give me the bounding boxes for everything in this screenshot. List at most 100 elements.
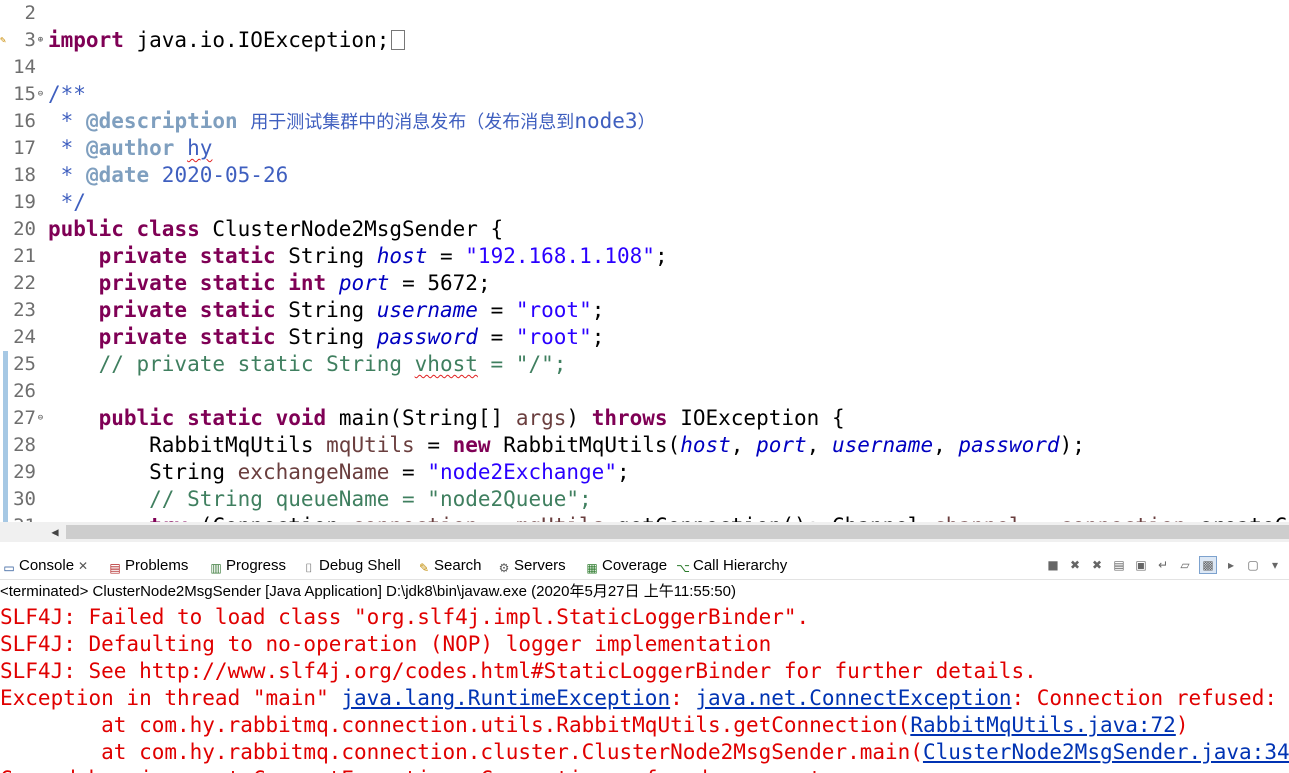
line-number: 3 — [24, 29, 36, 51]
console-toolbar: ■ ✖ ✖ ▤ ▣ ↵ ▱ ▩ ▸ ▢ ▾ — [1039, 556, 1283, 576]
code-text[interactable]: * @description 用于测试集群中的消息发布（发布消息到node3） — [48, 108, 656, 136]
scrollbar-thumb[interactable] — [66, 525, 1289, 539]
line-number: 31 — [0, 513, 36, 522]
line-number: 29 — [13, 461, 36, 483]
line-number: 22 — [13, 272, 36, 294]
code-line[interactable]: 21 private static String host = "192.168… — [0, 243, 1289, 270]
clear-console-icon[interactable]: ▤ — [1111, 557, 1127, 573]
code-line[interactable]: 20 public class ClusterNode2MsgSender { — [0, 216, 1289, 243]
fold-expand-icon[interactable]: ⊕ — [36, 36, 45, 45]
code-text[interactable]: try (Connection connection = mqUtils.get… — [48, 513, 1289, 522]
line-number: 15 — [13, 83, 36, 105]
fold-collapse-icon[interactable]: ⊖ — [36, 90, 45, 99]
progress-icon: ▥ — [210, 561, 222, 575]
code-text[interactable]: */ — [48, 189, 86, 216]
editor-horizontal-scrollbar[interactable]: ◀ — [0, 522, 1289, 542]
stacktrace-link[interactable]: java.lang.RuntimeException — [341, 686, 670, 710]
line-number: 16 — [13, 110, 36, 132]
code-line[interactable]: 22 private static int port = 5672; — [0, 270, 1289, 297]
code-text[interactable]: // String queueName = "node2Queue"; — [48, 486, 592, 513]
code-text[interactable]: private static String username = "root"; — [48, 297, 605, 324]
tab-console[interactable]: ▭ Console ✕ — [2, 556, 88, 576]
code-text[interactable]: public class ClusterNode2MsgSender { — [48, 216, 503, 243]
line-number: 25 — [13, 353, 36, 375]
code-line[interactable]: 24 private static String password = "roo… — [0, 324, 1289, 351]
terminate-icon[interactable]: ■ — [1045, 557, 1061, 573]
word-wrap-icon[interactable]: ↵ — [1155, 557, 1171, 573]
code-line[interactable]: 2 — [0, 0, 1289, 27]
stacktrace-link[interactable]: RabbitMqUtils.java:72 — [910, 713, 1176, 737]
code-text[interactable]: private static int port = 5672; — [48, 270, 491, 297]
view-menu-icon[interactable]: ▾ — [1267, 557, 1283, 573]
open-console-icon[interactable]: ▢ — [1245, 557, 1261, 573]
code-text[interactable]: // private static String vhost = "/"; — [48, 351, 567, 378]
stacktrace-link[interactable]: ClusterNode2MsgSender.java:34 — [923, 740, 1289, 764]
code-line[interactable]: 18 * @date 2020-05-26 — [0, 162, 1289, 189]
close-icon[interactable]: ✕ — [78, 559, 88, 573]
search-icon: ✎ — [418, 561, 430, 575]
tab-label: Servers — [514, 557, 566, 574]
tab-debug-shell[interactable]: ⌷ Debug Shell — [302, 556, 400, 576]
code-text[interactable]: private static String password = "root"; — [48, 324, 605, 351]
servers-icon: ⚙ — [498, 561, 510, 575]
code-line[interactable]: 19 */ — [0, 189, 1289, 216]
tab-progress[interactable]: ▥ Progress — [209, 556, 286, 576]
console-output[interactable]: SLF4J: Failed to load class "org.slf4j.i… — [0, 604, 1289, 773]
console-line: SLF4J: Failed to load class "org.slf4j.i… — [0, 604, 809, 631]
scroll-left-arrow-icon[interactable]: ◀ — [46, 523, 64, 541]
pin-console-icon[interactable]: ▩ — [1199, 556, 1217, 575]
line-number: 19 — [13, 191, 36, 213]
code-text[interactable]: private static String host = "192.168.1.… — [48, 243, 668, 270]
tab-call-hierarchy[interactable]: ⌥ Call Hierarchy — [676, 556, 787, 576]
tab-search[interactable]: ✎ Search — [417, 556, 482, 576]
console-text: SLF4J: Failed to load class "org.slf4j.i… — [0, 605, 810, 629]
show-on-output-icon[interactable]: ▱ — [1177, 557, 1193, 573]
code-text[interactable]: * @date 2020-05-26 — [48, 162, 289, 189]
tab-servers[interactable]: ⚙ Servers — [497, 556, 566, 576]
code-text[interactable]: String exchangeName = "node2Exchange"; — [48, 459, 629, 486]
code-line[interactable]: 30 // String queueName = "node2Queue"; — [0, 486, 1289, 513]
scroll-lock-icon[interactable]: ▣ — [1133, 557, 1149, 573]
code-line[interactable]: 29 String exchangeName = "node2Exchange"… — [0, 459, 1289, 486]
code-text[interactable]: RabbitMqUtils mqUtils = new RabbitMqUtil… — [48, 432, 1085, 459]
line-number: 2 — [24, 2, 36, 24]
line-number: 23 — [13, 299, 36, 321]
debug-shell-icon: ⌷ — [305, 561, 313, 575]
console-text: : — [670, 686, 696, 710]
fold-collapse-icon[interactable]: ⊖ — [36, 414, 45, 423]
code-line[interactable]: ✎ 3 ⊕ import java.io.IOException; — [0, 27, 1289, 54]
remove-launch-icon[interactable]: ✖ — [1067, 557, 1083, 573]
code-line[interactable]: 14 — [0, 54, 1289, 81]
code-line[interactable]: 25 // private static String vhost = "/"; — [0, 351, 1289, 378]
console-tab-bar: ■ ✖ ✖ ▤ ▣ ↵ ▱ ▩ ▸ ▢ ▾ ▭ Console ✕ ▤ Problems ▥ Progress ⌷… — [0, 552, 1289, 580]
code-text[interactable]: import java.io.IOException; — [48, 27, 406, 54]
console-line: Caused by: java.net.ConnectException: Co… — [0, 766, 822, 773]
code-line[interactable]: 15 ⊖/** — [0, 81, 1289, 108]
code-text[interactable]: * @author hy — [48, 135, 213, 162]
line-number: 14 — [13, 56, 36, 78]
tab-coverage[interactable]: ▦ Coverage — [585, 556, 667, 576]
call-hierarchy-icon: ⌥ — [676, 561, 690, 575]
code-line[interactable]: 23 private static String username = "roo… — [0, 297, 1289, 324]
display-selected-console-icon[interactable]: ▸ — [1223, 557, 1239, 573]
code-text[interactable]: public static void main(String[] args) t… — [48, 405, 845, 432]
remove-all-terminated-icon[interactable]: ✖ — [1089, 557, 1105, 573]
tab-problems[interactable]: ▤ Problems — [108, 556, 188, 576]
console-status-line: <terminated> ClusterNode2MsgSender [Java… — [0, 580, 1289, 605]
code-line[interactable]: 26 — [0, 378, 1289, 405]
code-text[interactable]: /** — [48, 81, 86, 108]
console-text: : Connection refused: connect — [1011, 686, 1277, 710]
line-number: 27 — [13, 407, 36, 429]
tab-label: Progress — [226, 557, 287, 574]
code-line[interactable]: 28 RabbitMqUtils mqUtils = new RabbitMqU… — [0, 432, 1289, 459]
code-line[interactable]: 17 * @author hy — [0, 135, 1289, 162]
code-line[interactable]: 16 * @description 用于测试集群中的消息发布（发布消息到node… — [0, 108, 1289, 135]
code-line[interactable]: 31 try (Connection connection = mqUtils.… — [0, 513, 1289, 522]
line-number: 21 — [13, 245, 36, 267]
code-line[interactable]: 27 ⊖ public static void main(String[] arg… — [0, 405, 1289, 432]
stacktrace-link[interactable]: java.net.ConnectException — [695, 686, 1011, 710]
line-number: 24 — [13, 326, 36, 348]
coverage-icon: ▦ — [586, 561, 598, 575]
code-editor[interactable]: 2 ✎ 3 ⊕ import java.io.IOException; 14 15 ⊖/** 1… — [0, 0, 1289, 522]
line-number: 20 — [13, 218, 36, 240]
